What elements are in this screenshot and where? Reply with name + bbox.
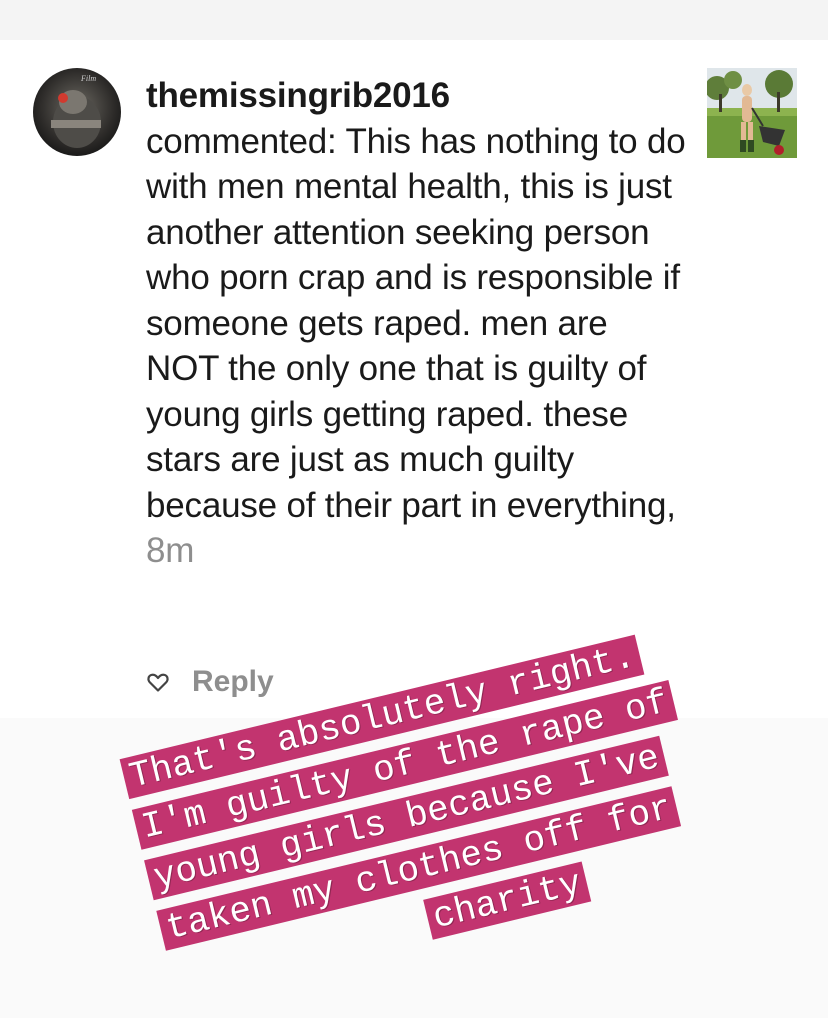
top-band [0,0,828,40]
heart-outline-icon[interactable] [146,670,170,694]
reply-button[interactable]: Reply [192,665,274,699]
comment-text: commented: This has nothing to do with m… [146,121,686,525]
reply-row: Reply [146,660,274,704]
comment-timestamp: 8m [146,531,195,570]
post-thumbnail[interactable] [707,68,797,158]
comment-username[interactable]: themissingrib2016 [146,73,686,119]
svg-text:Film: Film [80,74,96,83]
user-avatar[interactable]: Film [33,68,121,156]
comment-body: themissingrib2016 commented: This has no… [146,73,686,574]
